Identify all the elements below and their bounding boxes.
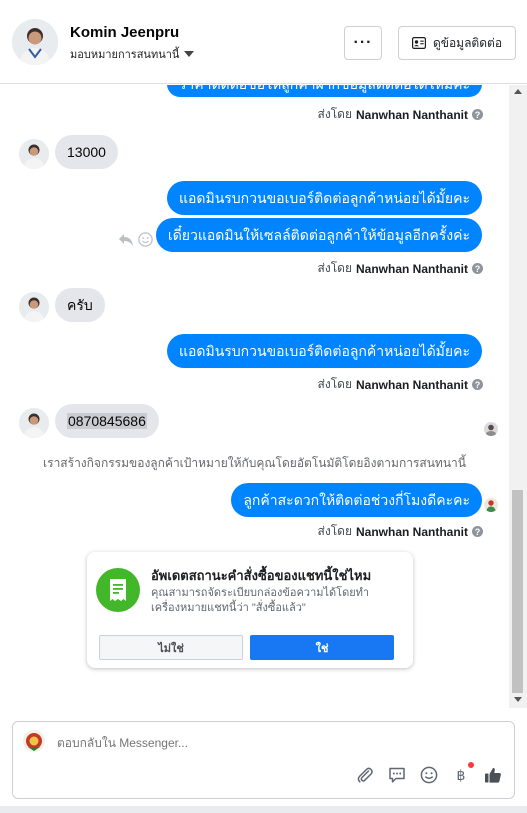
composer-toolbar: ฿ [356,762,502,784]
order-status-prompt-card: อัพเดตสถานะคำสั่งซื้อของแชทนี้ใช่ไหม คุณ… [87,552,413,668]
info-icon[interactable]: ? [472,526,483,537]
sent-by-prefix: ส่งโดย [317,524,352,538]
message-bubble-outgoing[interactable]: แอดมินรบกวนขอเบอร์ติดต่อลูกค้าหน่อยได้มั… [166,181,482,215]
reply-input[interactable] [57,736,457,750]
sent-by-line: ส่งโดย Nanwhan Nanthanit ? [318,259,483,278]
message-composer: ฿ [12,721,515,799]
caret-down-icon [184,51,195,57]
contact-card-icon [411,37,426,49]
phone-number-text[interactable]: 0870845686 [67,413,147,429]
status-card-description: คุณสามารถจัดระเบียบกล่องข้อความได้โดยทำเ… [151,587,370,614]
scroll-up-arrow-icon[interactable] [514,89,522,94]
assign-conversation-dropdown[interactable]: มอบหมายการสนทนานี้ [70,45,195,63]
sender-name: Nanwhan Nanthanit [355,261,468,276]
page-avatar [23,730,45,752]
message-hover-actions [118,232,153,247]
sender-name: Nanwhan Nanthanit [355,377,468,392]
react-emoji-icon[interactable] [138,232,153,247]
sent-by-prefix: ส่งโดย [317,107,352,121]
more-options-button[interactable]: ··· [344,26,382,60]
read-receipt-avatar [484,498,498,512]
sent-by-line: ส่งโดย Nanwhan Nanthanit ? [318,105,483,124]
like-icon[interactable] [484,766,502,784]
svg-text:฿: ฿ [457,768,466,784]
message-bubble-incoming[interactable]: 0870845686 [55,404,159,438]
message-bubble-outgoing[interactable]: ราคาติดต่อขอให้ลูกค้าฝากข้อมูลติดต่อได้ไ… [166,85,482,97]
no-button[interactable]: ไม่ใช่ [99,635,243,660]
reply-icon[interactable] [118,233,134,247]
window-bottom-strip [0,806,527,813]
sent-by-prefix: ส่งโดย [317,377,352,391]
view-contact-info-button[interactable]: ดูข้อมูลติดต่อ [398,26,516,60]
info-icon[interactable]: ? [472,379,483,390]
message-bubble-incoming[interactable]: ครับ [55,288,105,322]
read-receipt-avatar [484,422,498,436]
status-card-title: อัพเดตสถานะคำสั่งซื้อของแชทนี้ใช่ไหม [151,568,372,583]
message-bubble-outgoing[interactable]: เดี๋ยวแอดมินให้เซลล์ติดต่อลูกค้าให้ข้อมู… [155,218,482,252]
thread-scrollbar[interactable] [509,85,527,708]
info-icon[interactable]: ? [472,109,483,120]
automation-system-note: เราสร้างกิจกรรมของลูกค้าเป้าหมายให้กับคุ… [43,456,466,470]
sender-name: Nanwhan Nanthanit [355,524,468,539]
view-contact-info-label: ดูข้อมูลติดต่อ [432,35,503,50]
scrollbar-thumb[interactable] [512,490,523,693]
scroll-down-arrow-icon[interactable] [514,697,522,702]
message-bubble-outgoing[interactable]: แอดมินรบกวนขอเบอร์ติดต่อลูกค้าหน่อยได้มั… [166,334,482,368]
contact-avatar-small [19,292,49,322]
emoji-icon[interactable] [420,766,438,784]
contact-avatar-small [19,139,49,169]
message-bubble-incoming[interactable]: 13000 [55,135,118,169]
message-bubble-outgoing[interactable]: ลูกค้าสะดวกให้ติดต่อช่วงกี่โมงดีคะคะ [231,483,482,517]
contact-name[interactable]: Komin Jeenpru [70,24,179,41]
contact-avatar[interactable] [12,19,58,65]
saved-replies-icon[interactable] [388,766,406,784]
order-receipt-icon [96,568,140,612]
baht-payment-icon[interactable]: ฿ [452,762,474,784]
sent-by-prefix: ส่งโดย [317,261,352,275]
yes-button[interactable]: ใช่ [250,635,394,660]
attachment-icon[interactable] [356,766,374,784]
assign-label: มอบหมายการสนทนานี้ [70,49,180,61]
sender-name: Nanwhan Nanthanit [355,107,468,122]
sent-by-line: ส่งโดย Nanwhan Nanthanit ? [318,522,483,541]
conversation-header: Komin Jeenpru มอบหมายการสนทนานี้ ··· ดูข… [0,0,527,84]
sent-by-line: ส่งโดย Nanwhan Nanthanit ? [318,375,483,394]
info-icon[interactable]: ? [472,263,483,274]
notification-dot [468,762,474,768]
contact-avatar-small [19,408,49,438]
